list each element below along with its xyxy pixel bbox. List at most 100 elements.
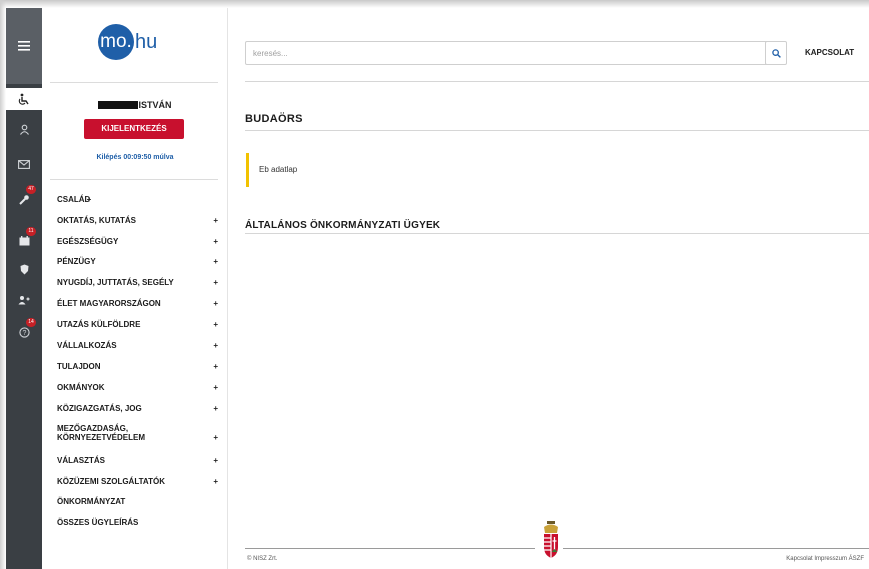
- calendar-icon: [19, 236, 29, 246]
- expand-plus-icon[interactable]: +: [213, 404, 218, 413]
- expand-plus-icon[interactable]: +: [213, 341, 218, 350]
- menu-item-label: TULAJDON: [57, 362, 101, 371]
- menu-item-label: ÖNKORMÁNYZAT: [57, 497, 126, 506]
- sidebar: mo. hu ISTVÁN KIJELENTKEZÉS Kilépés 00:0…: [42, 8, 228, 569]
- menu-item-label: NYUGDÍJ, JUTTATÁS, SEGÉLY: [57, 278, 174, 287]
- menu-item-label: EGÉSZSÉGÜGY: [57, 237, 119, 246]
- page: 47 11 ? 14 mo. hu ISTVÁN KIJELENTKEZÉS K…: [0, 0, 869, 569]
- footer-copyright: © NISZ Zrt.: [247, 556, 278, 562]
- help-count-badge: 14: [26, 318, 36, 327]
- menu-item-penzugy[interactable]: PÉNZÜGY +: [57, 257, 218, 266]
- menu-item-label: CSALÁD: [57, 195, 91, 204]
- footer-divider-left: [245, 548, 535, 549]
- shield-icon: [20, 264, 28, 274]
- expand-plus-icon[interactable]: +: [213, 216, 218, 225]
- menu-item-utazas[interactable]: UTAZÁS KÜLFÖLDRE +: [57, 320, 218, 329]
- users-icon: [18, 296, 30, 305]
- section-heading: ÁLTALÁNOS ÖNKORMÁNYZATI ÜGYEK: [245, 220, 441, 231]
- menu-item-csalad[interactable]: CSALÁD +: [57, 195, 92, 204]
- mo-hu-logo[interactable]: mo. hu: [98, 24, 157, 60]
- rail-mail-button[interactable]: [6, 153, 42, 175]
- menu-item-label: UTAZÁS KÜLFÖLDRE: [57, 320, 141, 329]
- redacted-surname: [98, 100, 139, 109]
- logo-circle: mo.: [98, 24, 134, 60]
- user-icon: [19, 124, 29, 135]
- notice-text: Eb adatlap: [259, 165, 298, 174]
- menu-item-label: KÖZÜZEMI SZOLGÁLTATÓK: [57, 477, 165, 486]
- rail-accessibility-button[interactable]: [6, 88, 42, 110]
- menu-item-elet[interactable]: ÉLET MAGYARORSZÁGON +: [57, 299, 218, 308]
- notice-box: Eb adatlap: [246, 153, 869, 187]
- footer-links[interactable]: Kapcsolat Impresszum ÁSZF: [786, 556, 864, 562]
- expand-plus-icon[interactable]: +: [213, 433, 218, 442]
- menu-item-label-line2: KÖRNYEZETVÉDELEM: [57, 433, 146, 442]
- menu-item-oktatas[interactable]: OKTATÁS, KUTATÁS +: [57, 216, 218, 225]
- expand-plus-icon[interactable]: +: [213, 383, 218, 392]
- menu-item-vallalkozas[interactable]: VÁLLALKOZÁS +: [57, 341, 218, 350]
- menu-icon: [18, 41, 30, 51]
- menu-item-label: ÖSSZES ÜGYLEÍRÁS: [57, 518, 139, 527]
- rail-security-button[interactable]: [6, 258, 42, 280]
- coat-of-arms-icon: [541, 521, 561, 564]
- menu-item-osszes[interactable]: ÖSSZES ÜGYLEÍRÁS: [57, 518, 217, 527]
- logout-button[interactable]: KIJELENTKEZÉS: [84, 119, 184, 139]
- tools-count-badge: 47: [26, 185, 36, 194]
- expand-plus-icon[interactable]: +: [87, 195, 92, 204]
- rail-users-button[interactable]: [6, 289, 42, 311]
- calendar-count-badge: 11: [26, 227, 36, 236]
- rail-calendar-button[interactable]: 11: [6, 227, 42, 252]
- expand-plus-icon[interactable]: +: [213, 299, 218, 308]
- menu-item-label: VÁLLALKOZÁS: [57, 341, 117, 350]
- expand-plus-icon[interactable]: +: [213, 237, 218, 246]
- menu-item-label: MEZŐGAZDASÁG,: [57, 424, 129, 433]
- expand-plus-icon[interactable]: +: [213, 278, 218, 287]
- menu-item-label: OKTATÁS, KUTATÁS: [57, 216, 136, 225]
- user-info: ISTVÁN: [42, 96, 228, 114]
- menu-item-okmanyok[interactable]: OKMÁNYOK +: [57, 383, 218, 392]
- sidebar-divider: [50, 179, 218, 180]
- sidebar-divider: [50, 82, 218, 83]
- session-timer: Kilépés 00:09:50 múlva: [96, 154, 174, 161]
- menu-item-mezogazdasag[interactable]: MEZŐGAZDASÁG, KÖRNYEZETVÉDELEM +: [57, 424, 218, 442]
- menu-item-egeszsegugy[interactable]: EGÉSZSÉGÜGY +: [57, 237, 218, 246]
- rail-help-button[interactable]: ? 14: [6, 318, 42, 343]
- menu-item-label: OKMÁNYOK: [57, 383, 105, 392]
- footer-divider-right: [563, 548, 869, 549]
- title-divider: [245, 130, 869, 131]
- expand-plus-icon[interactable]: +: [213, 477, 218, 486]
- help-icon: ?: [18, 326, 30, 338]
- menu-item-kozigazgatas[interactable]: KÖZIGAZGATÁS, JOG +: [57, 404, 218, 413]
- search-button[interactable]: [765, 41, 787, 65]
- rail-profile-button[interactable]: [6, 118, 42, 140]
- menu-item-onkormanyzat[interactable]: ÖNKORMÁNYZAT: [57, 497, 217, 506]
- search-box: [245, 41, 773, 65]
- menu-item-kozuzemi[interactable]: KÖZÜZEMI SZOLGÁLTATÓK +: [57, 477, 218, 486]
- expand-plus-icon[interactable]: +: [213, 456, 218, 465]
- wrench-icon: [18, 194, 29, 205]
- menu-item-label: KÖZIGAZGATÁS, JOG: [57, 404, 142, 413]
- expand-plus-icon[interactable]: +: [213, 362, 218, 371]
- menu-item-valasztas[interactable]: VÁLASZTÁS +: [57, 456, 218, 465]
- contact-link[interactable]: KAPCSOLAT: [805, 48, 854, 57]
- menu-item-nyugdij[interactable]: NYUGDÍJ, JUTTATÁS, SEGÉLY +: [57, 278, 218, 287]
- svg-text:?: ?: [22, 330, 26, 337]
- rail-tools-button[interactable]: 47: [6, 185, 42, 210]
- search-icon: [771, 48, 781, 58]
- wheelchair-icon: [18, 93, 29, 105]
- search-input[interactable]: [253, 42, 753, 64]
- menu-item-label: ÉLET MAGYARORSZÁGON: [57, 299, 161, 308]
- header-divider: [245, 81, 869, 82]
- menu-toggle-button[interactable]: [6, 8, 42, 84]
- menu-item-label: PÉNZÜGY: [57, 257, 96, 266]
- section-divider: [245, 233, 869, 234]
- mail-icon: [18, 159, 30, 169]
- expand-plus-icon[interactable]: +: [213, 257, 218, 266]
- icon-rail: 47 11 ? 14: [6, 8, 42, 569]
- main-content: KAPCSOLAT BUDAÖRS Eb adatlap ÁLTALÁNOS Ö…: [228, 8, 869, 569]
- logo-text: hu: [135, 30, 158, 53]
- menu-item-tulajdon[interactable]: TULAJDON +: [57, 362, 218, 371]
- user-name: ISTVÁN: [138, 99, 172, 110]
- window-shadow-top: [0, 0, 869, 8]
- expand-plus-icon[interactable]: +: [213, 320, 218, 329]
- page-title: BUDAÖRS: [245, 113, 303, 125]
